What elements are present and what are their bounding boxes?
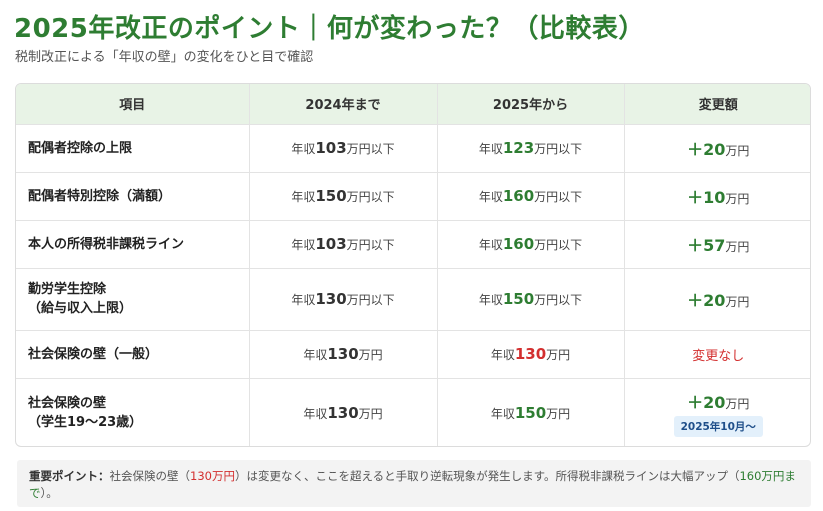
table-row: 本人の所得税非課税ライン 年収103万円以下 年収160万円以下 ＋57万円 bbox=[16, 220, 810, 269]
item-cell: 社会保険の壁（一般） bbox=[16, 330, 250, 379]
table-row: 配偶者控除の上限 年収103万円以下 年収123万円以下 ＋20万円 bbox=[16, 124, 810, 173]
note-highlight-red: 130万円 bbox=[190, 469, 235, 483]
change-cell: ＋10万円 bbox=[624, 172, 810, 221]
table-row: 社会保険の壁 （学生19〜23歳） 年収130万円 年収150万円 ＋20万円 2… bbox=[16, 378, 810, 446]
item-cell: 配偶者特別控除（満額） bbox=[16, 172, 250, 221]
column-header-change: 変更額 bbox=[624, 84, 810, 125]
item-cell: 配偶者控除の上限 bbox=[16, 124, 250, 173]
change-cell: ＋20万円 bbox=[624, 268, 810, 331]
column-header-before: 2024年まで bbox=[249, 84, 438, 125]
page-title: 2025年改正のポイント｜何が変わった？（比較表） bbox=[14, 14, 645, 44]
item-sublabel: （給与収入上限） bbox=[28, 301, 133, 316]
change-cell: 変更なし bbox=[624, 330, 810, 379]
column-header-after: 2025年から bbox=[437, 84, 625, 125]
table-row: 社会保険の壁（一般） 年収130万円 年収130万円 変更なし bbox=[16, 330, 810, 379]
before-cell: 年収150万円以下 bbox=[249, 172, 438, 221]
table-header-row: 項目 2024年まで 2025年から 変更額 bbox=[16, 84, 810, 125]
item-label: 本人の所得税非課税ライン bbox=[28, 236, 185, 252]
item-cell: 社会保険の壁 （学生19〜23歳） bbox=[16, 378, 250, 446]
item-label: 勤労学生控除 bbox=[28, 282, 107, 297]
no-change-label: 変更なし bbox=[692, 348, 745, 364]
item-label: 配偶者控除の上限 bbox=[28, 140, 133, 156]
important-note: 重要ポイント：社会保険の壁（130万円）は変更なく、ここを超えると手取り逆転現象… bbox=[17, 460, 811, 507]
date-badge: 2025年10月〜 bbox=[673, 416, 763, 438]
after-cell: 年収150万円 bbox=[437, 378, 625, 446]
table-row: 勤労学生控除 （給与収入上限） 年収130万円以下 年収150万円以下 ＋20万円 bbox=[16, 268, 810, 331]
column-header-item: 項目 bbox=[16, 84, 250, 125]
item-cell: 勤労学生控除 （給与収入上限） bbox=[16, 268, 250, 331]
before-cell: 年収130万円 bbox=[249, 330, 438, 379]
before-cell: 年収130万円以下 bbox=[249, 268, 438, 331]
page-subtitle: 税制改正による「年収の壁」の変化をひと目で確認 bbox=[15, 50, 314, 65]
item-label: 社会保険の壁（一般） bbox=[28, 346, 159, 362]
item-sublabel: （学生19〜23歳） bbox=[28, 415, 143, 431]
after-cell: 年収160万円以下 bbox=[437, 220, 625, 269]
table-row: 配偶者特別控除（満額） 年収150万円以下 年収160万円以下 ＋10万円 bbox=[16, 172, 810, 221]
change-cell: ＋57万円 bbox=[624, 220, 810, 269]
comparison-table: 項目 2024年まで 2025年から 変更額 配偶者控除の上限 年収103万円以… bbox=[15, 83, 811, 447]
before-cell: 年収103万円以下 bbox=[249, 124, 438, 173]
item-label: 配偶者特別控除（満額） bbox=[28, 188, 172, 204]
change-cell: ＋20万円 bbox=[624, 124, 810, 173]
item-cell: 本人の所得税非課税ライン bbox=[16, 220, 250, 269]
after-cell: 年収160万円以下 bbox=[437, 172, 625, 221]
after-cell: 年収150万円以下 bbox=[437, 268, 625, 331]
note-label: 重要ポイント： bbox=[29, 469, 110, 483]
item-label: 社会保険の壁 bbox=[28, 396, 107, 412]
change-cell: ＋20万円 2025年10月〜 bbox=[624, 378, 810, 446]
after-cell: 年収123万円以下 bbox=[437, 124, 625, 173]
before-cell: 年収103万円以下 bbox=[249, 220, 438, 269]
before-cell: 年収130万円 bbox=[249, 378, 438, 446]
after-cell: 年収130万円 bbox=[437, 330, 625, 379]
